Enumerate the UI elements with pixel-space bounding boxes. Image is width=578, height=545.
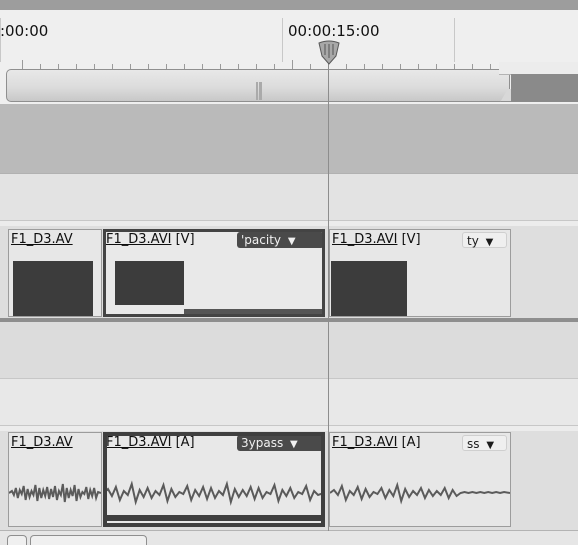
audio-clip-3-property-dropdown[interactable]: ss ▼	[462, 435, 507, 451]
video-clip-2-name: F1_D3.AVI	[106, 232, 172, 247]
audio-waveform	[104, 480, 324, 521]
timeline-panel: :00:00 00:00:15:00 F1_D3.AV F1_D3.AVI [V…	[0, 0, 578, 545]
video-clip-3-property-dropdown[interactable]: ty ▼	[462, 232, 507, 248]
video-clip-1-header: F1_D3.AV	[9, 230, 101, 250]
chevron-down-icon: ▼	[290, 439, 298, 450]
chevron-down-icon: ▼	[287, 236, 296, 247]
audio-clip-1-header: F1_D3.AV	[9, 433, 101, 453]
ruler-center-timecode: 00:00:15:00	[288, 22, 380, 40]
audio-clip-2-property-label: 3ypass	[241, 436, 284, 450]
audio-clip-2-tag: [A]	[175, 435, 195, 450]
video-clip-2-tag: [V]	[175, 232, 195, 247]
time-ruler[interactable]: :00:00 00:00:15:00	[0, 0, 578, 104]
video-clip-1-name: F1_D3.AV	[11, 232, 73, 247]
ruler-divider-right	[454, 18, 455, 62]
audio-waveform	[9, 483, 101, 503]
playhead-marker-icon[interactable]	[315, 40, 343, 66]
range-handle-icon[interactable]	[256, 82, 262, 100]
ruler-top-strip	[0, 0, 578, 10]
audio-waveform	[330, 481, 510, 505]
audio-clip-1-name: F1_D3.AV	[11, 435, 73, 450]
middle-track	[0, 322, 578, 379]
video-clip-3-property-label: ty	[467, 234, 479, 248]
audio-clip-2[interactable]: F1_D3.AVI [A] 3ypass ▼	[103, 432, 325, 527]
audio-clip-2-name: F1_D3.AVI	[106, 435, 172, 450]
ruler-right-dark-segment	[511, 74, 578, 102]
video-clip-1[interactable]: F1_D3.AV	[8, 229, 102, 317]
empty-video-track	[0, 174, 578, 221]
top-dark-track	[0, 104, 578, 174]
audio-clip-2-property-dropdown[interactable]: 3ypass ▼	[237, 435, 324, 451]
video-clip-2-opacity-line	[184, 309, 324, 314]
video-clip-1-thumbnail	[13, 261, 93, 316]
video-clip-3-name: F1_D3.AVI	[332, 232, 398, 247]
video-track-top-strip	[0, 221, 578, 226]
audio-clip-3-tag: [A]	[401, 435, 421, 450]
video-clip-3-tag: [V]	[401, 232, 421, 247]
chevron-down-icon: ▼	[486, 440, 495, 451]
audio-clip-1[interactable]: F1_D3.AV	[8, 432, 102, 527]
video-clip-2-property-dropdown[interactable]: 'pacity ▼	[237, 232, 324, 248]
chevron-down-icon: ▼	[485, 237, 494, 248]
bottom-tab-small[interactable]	[7, 535, 27, 545]
audio-clip-3-property-label: ss	[467, 437, 480, 451]
video-clip-2-thumbnail	[115, 261, 184, 305]
video-clip-2[interactable]: F1_D3.AVI [V] 'pacity ▼	[103, 229, 325, 317]
audio-clip-3[interactable]: F1_D3.AVI [A] ss ▼	[329, 432, 511, 527]
middle-track-2	[0, 379, 578, 426]
playhead-line[interactable]	[328, 56, 329, 531]
video-clip-2-property-label: 'pacity	[241, 233, 282, 247]
ruler-left-timecode: :00:00	[0, 22, 49, 40]
video-clip-3[interactable]: F1_D3.AVI [V] ty ▼	[329, 229, 511, 317]
ruler-divider-left	[0, 18, 1, 62]
audio-track-top-strip	[0, 426, 578, 431]
video-clip-3-thumbnail	[331, 261, 407, 316]
audio-clip-3-name: F1_D3.AVI	[332, 435, 398, 450]
ruler-divider-center	[282, 18, 283, 62]
bottom-tab-wide[interactable]	[30, 535, 147, 545]
